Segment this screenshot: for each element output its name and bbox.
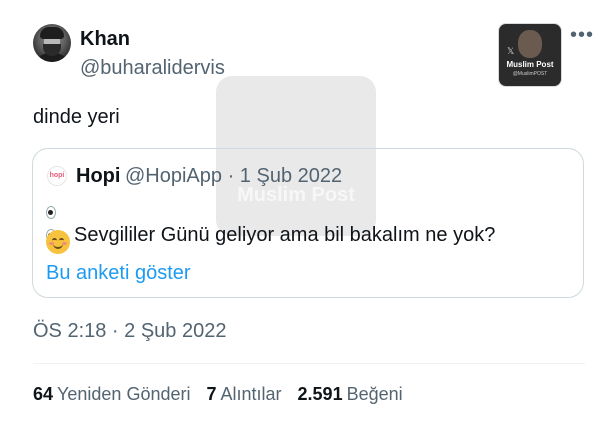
like-label: Beğeni bbox=[346, 384, 403, 404]
x-logo-icon: 𝕏 bbox=[507, 46, 515, 56]
repost-label: Yeniden Gönderi bbox=[57, 384, 191, 404]
more-options-icon[interactable]: ••• bbox=[570, 25, 594, 45]
quoted-text-line: Sevgililer Günü geliyor ama bil bakalım … bbox=[46, 201, 495, 247]
stat-quotes[interactable]: 7 Alıntılar bbox=[206, 384, 281, 405]
smiling-face-emoji-icon bbox=[46, 230, 70, 254]
like-count: 2.591 bbox=[297, 384, 343, 404]
show-poll-link[interactable]: Bu anketi göster bbox=[46, 262, 191, 285]
quoted-author-name[interactable]: Hopi bbox=[76, 165, 120, 188]
tweet-timestamp[interactable]: ÖS 2:18 · 2 Şub 2022 bbox=[33, 320, 226, 343]
quote-count: 7 bbox=[206, 384, 217, 404]
muslim-post-logo: 𝕏 Muslim Post @MuslimPOST bbox=[498, 23, 562, 87]
quoted-tweet-card[interactable]: hopi Hopi @HopiApp · 1 Şub 2022 Sevgilil… bbox=[32, 148, 584, 298]
stat-likes[interactable]: 2.591 Beğeni bbox=[298, 384, 403, 405]
logo-subtitle: @MuslimPOST bbox=[512, 71, 548, 77]
divider bbox=[33, 363, 585, 364]
quoted-avatar[interactable]: hopi bbox=[47, 166, 67, 186]
tweet-text: dinde yeri bbox=[33, 106, 120, 128]
quoted-author-meta: @HopiApp · 1 Şub 2022 bbox=[125, 165, 343, 187]
author-handle[interactable]: @buharalidervis bbox=[80, 57, 225, 80]
author-name[interactable]: Khan bbox=[80, 28, 130, 51]
tweet: Khan @buharalidervis 𝕏 Muslim Post @Musl… bbox=[0, 0, 616, 435]
quoted-text: Sevgililer Günü geliyor ama bil bakalım … bbox=[74, 224, 496, 246]
stat-reposts[interactable]: 64 Yeniden Gönderi bbox=[33, 384, 190, 405]
engagement-stats: 64 Yeniden Gönderi 7 Alıntılar 2.591 Beğeni bbox=[33, 384, 419, 405]
logo-title: Muslim Post bbox=[506, 60, 554, 69]
quote-label: Alıntılar bbox=[220, 384, 282, 404]
author-avatar[interactable] bbox=[33, 24, 71, 62]
repost-count: 64 bbox=[33, 384, 54, 404]
